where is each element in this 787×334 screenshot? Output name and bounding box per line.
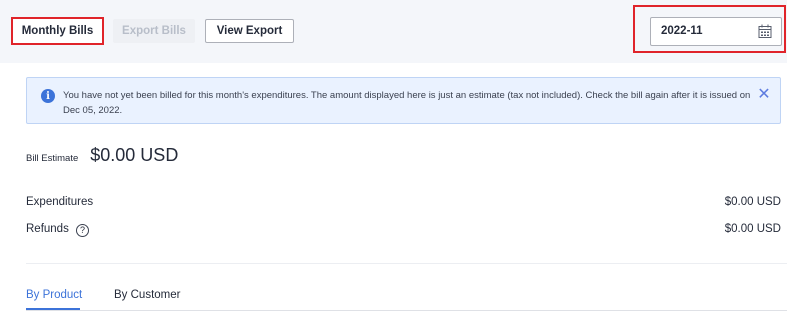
view-export-button[interactable]: View Export bbox=[205, 19, 294, 43]
bill-estimate-label: Bill Estimate bbox=[26, 153, 79, 164]
calendar-icon[interactable] bbox=[758, 24, 772, 39]
bill-estimate: Bill Estimate $0.00 USD bbox=[26, 145, 178, 166]
date-picker-value: 2022-11 bbox=[661, 25, 703, 37]
tab-by-product[interactable]: By Product bbox=[26, 289, 82, 301]
monthly-bills-tab[interactable]: Monthly Bills bbox=[13, 19, 102, 43]
close-icon[interactable]: ✕ bbox=[757, 87, 771, 103]
month-date-picker[interactable]: 2022-11 bbox=[650, 17, 782, 46]
tab-by-customer[interactable]: By Customer bbox=[114, 289, 180, 301]
info-icon: i bbox=[41, 89, 55, 103]
refunds-row: Refunds ? bbox=[26, 223, 90, 237]
notice-text: You have not yet been billed for this mo… bbox=[63, 90, 751, 116]
export-bills-button[interactable]: Export Bills bbox=[113, 19, 195, 43]
top-toolbar: Monthly Bills Export Bills View Export 2… bbox=[0, 0, 787, 63]
section-divider bbox=[26, 263, 787, 264]
estimate-notice-banner: i You have not yet been billed for this … bbox=[26, 77, 781, 124]
expenditures-label: Expenditures bbox=[26, 196, 94, 208]
bill-content-panel: i You have not yet been billed for this … bbox=[10, 63, 787, 334]
help-icon[interactable]: ? bbox=[76, 224, 90, 237]
refunds-label: Refunds bbox=[26, 223, 69, 235]
refunds-value: $0.00 USD bbox=[724, 223, 781, 235]
expenditures-value: $0.00 USD bbox=[724, 196, 781, 208]
tabs-baseline bbox=[26, 310, 787, 311]
bill-estimate-amount: $0.00 USD bbox=[90, 145, 179, 165]
